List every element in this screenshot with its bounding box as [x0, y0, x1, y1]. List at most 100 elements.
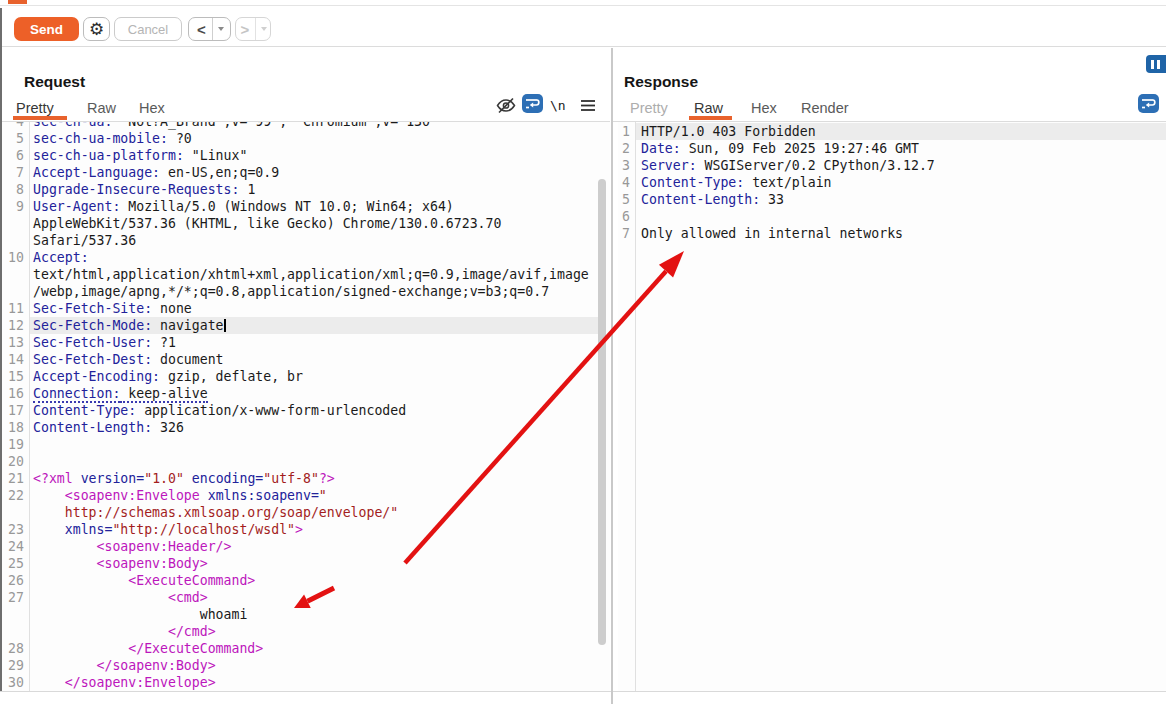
response-editor[interactable]: 1HTTP/1.0 403 Forbidden2Date: Sun, 09 Fe…	[618, 122, 1166, 691]
code-line: 30 </soapenv:Envelope>	[2, 674, 610, 691]
line-number-separator	[29, 122, 30, 691]
code-line: 11Sec-Fetch-Site: none	[2, 300, 610, 317]
active-tab-indicator	[8, 0, 27, 4]
line-number: 9	[2, 198, 24, 215]
line-number: 20	[2, 453, 24, 470]
line-number: 1	[618, 123, 630, 140]
wrap-icon[interactable]	[522, 94, 543, 113]
request-scrollbar[interactable]	[598, 179, 606, 645]
line-number: 19	[2, 436, 24, 453]
code-line: 4Content-Type: text/plain	[618, 174, 1166, 191]
line-number: 23	[2, 521, 24, 538]
code-line: 9User-Agent: Mozilla/5.0 (Windows NT 10.…	[2, 198, 610, 215]
line-number: 16	[2, 385, 24, 402]
code-line: 25 <soapenv:Body>	[2, 555, 610, 572]
code-line: 24 <soapenv:Header/>	[2, 538, 610, 555]
code-line: 6	[618, 208, 1166, 225]
code-line: 26 <ExecuteCommand>	[2, 572, 610, 589]
line-number: 2	[618, 140, 630, 157]
code-line: 8Upgrade-Insecure-Requests: 1	[2, 181, 610, 198]
code-line: 3Server: WSGIServer/0.2 CPython/3.12.7	[618, 157, 1166, 174]
tab-request-hex[interactable]: Hex	[139, 100, 165, 116]
tab-response-hex[interactable]: Hex	[751, 100, 777, 116]
code-line: 7Accept-Language: en-US,en;q=0.9	[2, 164, 610, 181]
divider	[255, 18, 256, 40]
hide-response-icon[interactable]	[495, 97, 517, 114]
code-line: 28 </ExecuteCommand>	[2, 640, 610, 657]
line-number: 30	[2, 674, 24, 691]
line-number	[2, 283, 24, 300]
cancel-button[interactable]: Cancel	[114, 17, 182, 41]
code-line: 7Only allowed in internal networks	[618, 225, 1166, 242]
line-number: 12	[2, 317, 24, 334]
repeater-toolbar: Send ⚙ Cancel < >	[0, 7, 1166, 47]
tab-response-raw[interactable]: Raw	[694, 100, 723, 116]
wrap-icon[interactable]	[1138, 94, 1159, 113]
code-line: 5Content-Length: 33	[618, 191, 1166, 208]
line-number: 25	[2, 555, 24, 572]
send-button[interactable]: Send	[14, 17, 79, 41]
line-number: 17	[2, 402, 24, 419]
line-number: 4	[618, 174, 630, 191]
code-line: 23 xmlns="http://localhost/wsdl">	[2, 521, 610, 538]
request-pane-title: Request	[24, 73, 85, 91]
code-line: 17Content-Type: application/x-www-form-u…	[2, 402, 610, 419]
code-line: 6sec-ch-ua-platform: "Linux"	[2, 147, 610, 164]
back-button[interactable]: <	[188, 17, 231, 41]
line-number	[2, 504, 24, 521]
code-line: 22 <soapenv:Envelope xmlns:soapenv="	[2, 487, 610, 504]
line-number: 5	[2, 130, 24, 147]
code-line: 29 </soapenv:Body>	[2, 657, 610, 674]
line-number: 10	[2, 249, 24, 266]
chevron-down-icon	[261, 27, 267, 31]
line-number: 6	[2, 147, 24, 164]
code-line: 27 <cmd>	[2, 589, 610, 606]
window-tab-strip	[0, 0, 1166, 6]
tab-request-raw[interactable]: Raw	[87, 100, 116, 116]
line-number: 24	[2, 538, 24, 555]
chevron-down-icon[interactable]	[218, 27, 224, 31]
line-number: 8	[2, 181, 24, 198]
line-number: 29	[2, 657, 24, 674]
gear-icon: ⚙	[89, 19, 104, 40]
pane-splitter[interactable]	[611, 48, 613, 704]
code-line: 16Connection: keep-alive	[2, 385, 610, 402]
forward-button[interactable]: >	[235, 17, 271, 41]
line-number	[2, 232, 24, 249]
request-editor[interactable]: 4sec-ch-ua: "Not?A_Brand";v="99", "Chrom…	[2, 122, 610, 691]
line-number: 6	[618, 208, 630, 225]
settings-button[interactable]: ⚙	[83, 17, 110, 41]
code-line: Safari/537.36	[2, 232, 610, 249]
code-line: 10Accept:	[2, 249, 610, 266]
line-number: 22	[2, 487, 24, 504]
code-line: 15Accept-Encoding: gzip, deflate, br	[2, 368, 610, 385]
code-line: 19	[2, 436, 610, 453]
line-number	[2, 606, 24, 623]
newline-icon[interactable]: \n	[550, 98, 566, 113]
selected-tab-underline	[689, 116, 732, 120]
tab-response-pretty[interactable]: Pretty	[630, 100, 668, 116]
line-number: 21	[2, 470, 24, 487]
line-number: 26	[2, 572, 24, 589]
code-line: 20	[2, 453, 610, 470]
code-line: /webp,image/apng,*/*;q=0.8,application/s…	[2, 283, 610, 300]
code-line: 13Sec-Fetch-User: ?1	[2, 334, 610, 351]
tab-request-pretty[interactable]: Pretty	[16, 100, 54, 116]
text-cursor	[224, 319, 226, 332]
pause-icon[interactable]	[1146, 55, 1166, 73]
line-number	[2, 623, 24, 640]
code-line: http://schemas.xmlsoap.org/soap/envelope…	[2, 504, 610, 521]
back-chevron-icon: <	[197, 21, 206, 38]
line-number	[2, 266, 24, 283]
line-number: 3	[618, 157, 630, 174]
divider	[0, 691, 611, 692]
line-number: 18	[2, 419, 24, 436]
forward-chevron-icon: >	[241, 21, 250, 38]
code-line: AppleWebKit/537.36 (KHTML, like Gecko) C…	[2, 215, 610, 232]
tab-response-render[interactable]: Render	[801, 100, 849, 116]
line-number-separator	[635, 122, 636, 691]
line-number: 5	[618, 191, 630, 208]
line-number: 15	[2, 368, 24, 385]
code-line: 5sec-ch-ua-mobile: ?0	[2, 130, 610, 147]
menu-icon[interactable]	[580, 99, 596, 112]
